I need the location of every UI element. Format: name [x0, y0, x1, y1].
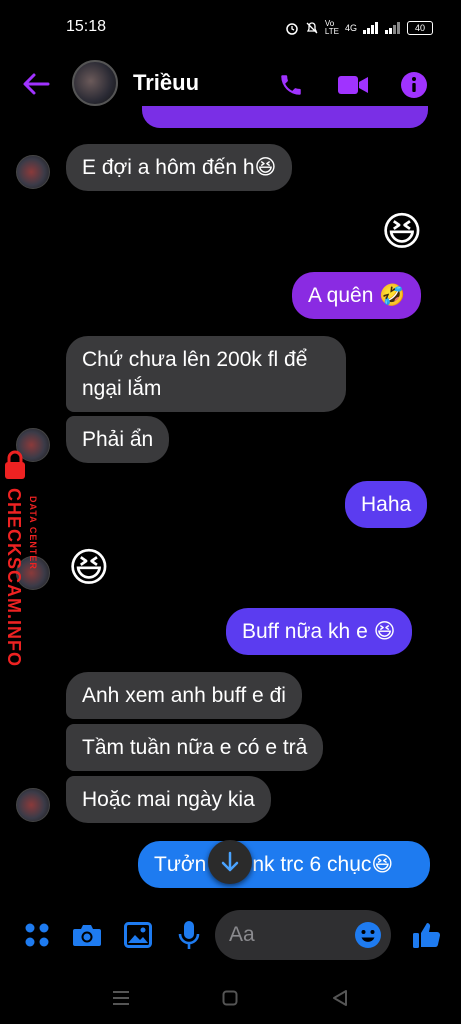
- message-outgoing[interactable]: Tưởn nk trc 6 chục😆: [138, 841, 430, 888]
- camera-button[interactable]: [72, 920, 102, 950]
- square-icon: [222, 990, 238, 1006]
- message-text: Hoặc mai ngày kia: [82, 788, 255, 811]
- message-emoji-outgoing[interactable]: 😆: [381, 210, 423, 254]
- image-icon: [124, 922, 152, 948]
- watermark-subtext: DATA CENTER: [28, 496, 38, 570]
- arrow-left-icon: [23, 73, 50, 95]
- home-button[interactable]: [218, 986, 242, 1010]
- contact-avatar-small: [16, 788, 50, 822]
- message-text: Buff nữa kh e: [242, 620, 374, 643]
- message-text-line: Chứ chưa lên 200k fl để: [82, 348, 308, 371]
- video-camera-icon: [338, 76, 368, 94]
- message-input-container[interactable]: [215, 910, 391, 960]
- message-text-line: ngại lắm: [82, 377, 162, 400]
- battery-icon: 40: [407, 21, 433, 35]
- like-button[interactable]: [412, 920, 442, 950]
- status-bar: 15:18 Vo LTE 4G 40: [0, 0, 461, 56]
- message-text: A quên: [308, 284, 380, 307]
- message-text: Phải ẩn: [82, 428, 154, 451]
- previous-message-bubble[interactable]: [142, 106, 428, 128]
- camera-icon: [73, 925, 101, 946]
- voice-message-button[interactable]: [174, 920, 204, 950]
- message-outgoing[interactable]: A quên 🤣: [292, 272, 422, 319]
- message-input[interactable]: [229, 920, 349, 950]
- emoji-picker-icon[interactable]: [353, 920, 383, 950]
- back-nav-button[interactable]: [328, 986, 352, 1010]
- status-time: 15:18: [66, 18, 107, 35]
- contact-name[interactable]: Triềuu: [133, 70, 199, 96]
- info-icon: [401, 72, 427, 98]
- info-button[interactable]: [397, 68, 431, 102]
- message-emoji-incoming[interactable]: 😆: [68, 546, 110, 590]
- video-call-button[interactable]: [336, 68, 370, 102]
- message-incoming[interactable]: Anh xem anh buff e đi: [66, 672, 302, 719]
- emoji: 😆: [254, 156, 277, 179]
- watermark: CHECKSCAM.INFO DATA CENTER: [0, 450, 50, 680]
- scroll-to-bottom-button[interactable]: [208, 840, 252, 884]
- message-outgoing[interactable]: Haha: [345, 481, 428, 528]
- emoji: 🤣: [379, 284, 406, 307]
- message-text: nk trc 6 chục: [252, 853, 372, 876]
- signal-icon-2: [385, 22, 400, 34]
- phone-icon: [281, 75, 301, 95]
- emoji: 😆: [373, 620, 396, 643]
- message-incoming[interactable]: Hoặc mai ngày kia: [66, 776, 271, 823]
- mute-icon: [306, 22, 318, 34]
- volte-icon: Vo LTE: [324, 19, 339, 36]
- message-text: Tầm tuần nữa e có e trả: [82, 736, 308, 759]
- lock-icon: [5, 450, 25, 479]
- emoji: 😆: [371, 853, 394, 876]
- thumbs-up-icon: [413, 923, 441, 948]
- contact-avatar-small: [16, 155, 50, 189]
- message-incoming[interactable]: Phải ẩn: [66, 416, 170, 463]
- contact-avatar[interactable]: [72, 60, 118, 106]
- message-composer: [0, 906, 461, 966]
- message-incoming[interactable]: E đợi a hôm đến h😆: [66, 144, 293, 191]
- recent-apps-button[interactable]: [109, 986, 133, 1010]
- menu-lines-icon: [113, 991, 129, 1005]
- gallery-button[interactable]: [123, 920, 153, 950]
- message-text: Anh xem anh buff e đi: [82, 684, 286, 707]
- message-incoming[interactable]: Tầm tuần nữa e có e trả: [66, 724, 324, 771]
- message-text: E đợi a hôm đến h: [82, 156, 255, 179]
- signal-icon: [363, 22, 378, 34]
- alarm-icon: [286, 23, 298, 35]
- voice-call-button[interactable]: [274, 68, 308, 102]
- status-icons: Vo LTE 4G 40: [285, 20, 433, 36]
- message-outgoing[interactable]: Buff nữa kh e 😆: [226, 608, 412, 655]
- chat-header: Triềuu: [0, 56, 461, 112]
- battery-level: 40: [414, 23, 425, 33]
- back-button[interactable]: [20, 68, 52, 100]
- arrow-down-icon: [221, 851, 239, 872]
- message-incoming[interactable]: Chứ chưa lên 200k fl để ngại lắm: [66, 336, 346, 412]
- message-text: Haha: [361, 493, 412, 516]
- more-actions-button[interactable]: [22, 920, 52, 950]
- system-navigation-bar: [0, 972, 461, 1024]
- message-text: Tưởn: [154, 853, 207, 876]
- triangle-back-icon: [333, 990, 347, 1006]
- watermark-text: CHECKSCAM.INFO: [4, 488, 24, 667]
- microphone-icon: [178, 921, 200, 949]
- network-type-label: 4G: [344, 23, 357, 33]
- grid-dots-icon: [25, 923, 49, 947]
